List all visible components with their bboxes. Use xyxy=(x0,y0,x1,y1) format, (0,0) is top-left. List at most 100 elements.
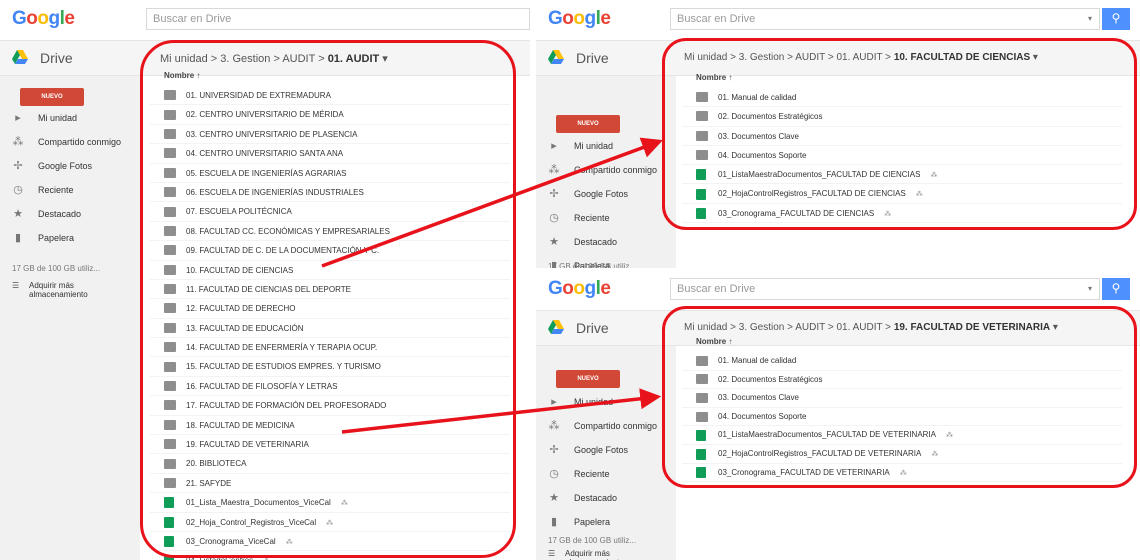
folder-row-13-facultad-de-educacion[interactable]: 13. FACULTAD DE EDUCACIÓN xyxy=(150,319,510,339)
sidebar-item-photos[interactable]: ✢ Google Fotos xyxy=(0,154,140,178)
top-bar: Google Buscar en Drive xyxy=(0,0,530,40)
file-row-01-lista-maestra-documentos-vicecal[interactable]: 01_Lista_Maestra_Documentos_ViceCal ⁂ xyxy=(150,493,510,513)
folder-row-20-biblioteca[interactable]: 20. BIBLIOTECA xyxy=(150,454,510,474)
folder-row-10-facultad-de-ciencias[interactable]: 10. FACULTAD DE CIENCIAS xyxy=(150,261,510,280)
crumb-my-drive[interactable]: Mi unidad xyxy=(684,52,727,63)
shared-folder-icon xyxy=(164,478,176,488)
sidebar-item-photos[interactable]: ✢ Google Fotos xyxy=(536,182,676,206)
file-name: 02. Documentos Estratégicos xyxy=(718,374,823,384)
sidebar-item-shared[interactable]: ⁂ Compartido conmigo xyxy=(536,414,676,438)
search-input[interactable]: Buscar en Drive xyxy=(146,8,530,30)
new-button[interactable]: NUEVO xyxy=(556,115,620,133)
sidebar-item-photos[interactable]: ✢ Google Fotos xyxy=(536,438,676,462)
crumb-audit[interactable]: AUDIT xyxy=(282,53,315,65)
crumb-current[interactable]: 01. AUDIT xyxy=(328,53,380,65)
file-row-01-listamaestradocumentos-facultad-de-veterinaria[interactable]: 01_ListaMaestraDocumentos_FACULTAD DE VE… xyxy=(682,426,1122,445)
folder-row-14-facultad-de-enfermeria-y-terapia-ocup[interactable]: 14. FACULTAD DE ENFERMERÍA Y TERAPIA OCU… xyxy=(150,338,510,358)
file-row-02-hojacontrolregistros-facultad-de-ciencias[interactable]: 02_HojaControlRegistros_FACULTAD DE CIEN… xyxy=(682,184,1122,204)
folder-row-12-facultad-de-derecho[interactable]: 12. FACULTAD DE DERECHO xyxy=(150,299,510,319)
sidebar-item-recent[interactable]: ◷ Reciente xyxy=(0,178,140,202)
folder-row-04-documentos-soporte[interactable]: 04. Documentos Soporte xyxy=(682,146,1122,166)
file-row-01-listamaestradocumentos-facultad-de-ciencias[interactable]: 01_ListaMaestraDocumentos_FACULTAD DE CI… xyxy=(682,165,1122,185)
sidebar-item-shared[interactable]: ⁂ Compartido conmigo xyxy=(536,158,676,182)
folder-row-21-safyde[interactable]: 21. SAFYDE xyxy=(150,474,510,494)
shared-icon: ⁂ xyxy=(931,450,939,458)
sidebar-item-starred[interactable]: ★ Destacado xyxy=(536,486,676,510)
folder-row-15-facultad-de-estudios-empres-y-turismo[interactable]: 15. FACULTAD DE ESTUDIOS EMPRES. Y TURIS… xyxy=(150,357,510,377)
sort-header[interactable]: Nombre ↑ xyxy=(150,66,510,86)
sidebar-item-my-drive[interactable]: ▸ Mi unidad xyxy=(0,106,140,130)
buy-storage-link[interactable]: ☰Adquirir más almacenamiento xyxy=(12,281,109,299)
sort-header[interactable]: Nombre ↑ xyxy=(682,332,1122,352)
folder-row-01-universidad-de-extremadura[interactable]: 01. UNIVERSIDAD DE EXTREMADURA xyxy=(150,86,510,106)
sidebar-item-recent[interactable]: ◷ Reciente xyxy=(536,462,676,486)
crumb-01-audit[interactable]: 01. AUDIT xyxy=(836,52,882,63)
file-name: 01. UNIVERSIDAD DE EXTREMADURA xyxy=(186,91,331,100)
search-input[interactable]: Buscar en Drive xyxy=(670,8,1100,30)
folder-row-03-centro-universitario-de-plasencia[interactable]: 03. CENTRO UNIVERSITARIO DE PLASENCIA xyxy=(150,125,510,145)
file-name: 20. BIBLIOTECA xyxy=(186,459,247,469)
caret-down-icon[interactable]: ▾ xyxy=(1033,52,1038,63)
crumb-gestion[interactable]: 3. Gestion xyxy=(220,53,270,65)
buy-storage-link[interactable]: ☰Adquirir más almacenamiento xyxy=(548,549,645,560)
sidebar-item-trash[interactable]: ▮ Papelera xyxy=(536,510,676,534)
crumb-my-drive[interactable]: Mi unidad xyxy=(160,53,208,65)
folder-row-08-facultad-cc-economicas-y-empresariales[interactable]: 08. FACULTAD CC. ECONÓMICAS Y EMPRESARIA… xyxy=(150,222,510,242)
folder-row-07-escuela-politecnica[interactable]: 07. ESCUELA POLITÉCNICA xyxy=(150,202,510,222)
folder-row-02-documentos-estrategicos[interactable]: 02. Documentos Estratégicos xyxy=(682,107,1122,127)
new-button[interactable]: NUEVO xyxy=(20,88,84,106)
folder-row-04-documentos-soporte[interactable]: 04. Documentos Soporte xyxy=(682,408,1122,427)
folder-row-01-manual-de-calidad[interactable]: 01. Manual de calidad xyxy=(682,352,1122,371)
folder-row-04-centro-universitario-santa-ana[interactable]: 04. CENTRO UNIVERSITARIO SANTA ANA xyxy=(150,144,510,164)
folder-row-16-facultad-de-filosofia-y-letras[interactable]: 16. FACULTAD DE FILOSOFÍA Y LETRAS xyxy=(150,377,510,397)
search-options-icon[interactable]: ▾ xyxy=(1088,284,1092,293)
folder-row-01-manual-de-calidad[interactable]: 01. Manual de calidad xyxy=(682,88,1122,108)
breadcrumb[interactable]: Mi unidad > 3. Gestion > AUDIT > 01. AUD… xyxy=(684,52,1038,63)
crumb-audit[interactable]: AUDIT xyxy=(795,52,825,63)
folder-row-17-facultad-de-formacion-del-profesorado[interactable]: 17. FACULTAD DE FORMACIÓN DEL PROFESORAD… xyxy=(150,396,510,416)
new-button[interactable]: NUEVO xyxy=(556,370,620,388)
search-button[interactable]: ⚲ xyxy=(1102,278,1130,300)
file-row-03-cronograma-vicecal[interactable]: 03_Cronograma_ViceCal ⁂ xyxy=(150,532,510,552)
folder-row-02-documentos-estrategicos[interactable]: 02. Documentos Estratégicos xyxy=(682,371,1122,390)
crumb-gestion[interactable]: 3. Gestion xyxy=(739,52,785,63)
file-row-03-cronograma-facultad-de-veterinaria[interactable]: 03_Cronograma_FACULTAD DE VETERINARIA ⁂ xyxy=(682,464,1122,483)
file-row-04-listadocentros[interactable]: 04_ListadoCentros⁂ xyxy=(150,551,510,560)
folder-row-03-documentos-clave[interactable]: 03. Documentos Clave xyxy=(682,127,1122,146)
caret-down-icon[interactable]: ▾ xyxy=(382,53,388,65)
sidebar-item-my-drive[interactable]: ▸ Mi unidad xyxy=(536,390,676,414)
file-row-02-hojacontrolregistros-facultad-de-veterinaria[interactable]: 02_HojaControlRegistros_FACULTAD DE VETE… xyxy=(682,445,1122,464)
folder-row-11-facultad-de-ciencias-del-deporte[interactable]: 11. FACULTAD DE CIENCIAS DEL DEPORTE xyxy=(150,280,510,300)
search-button[interactable]: ⚲ xyxy=(1102,8,1130,30)
folder-row-19-facultad-de-veterinaria[interactable]: 19. FACULTAD DE VETERINARIA xyxy=(150,435,510,455)
folder-row-05-escuela-de-ingenierias-agrarias[interactable]: 05. ESCUELA DE INGENIERÍAS AGRARIAS xyxy=(150,164,510,183)
folder-row-06-escuela-de-ingenierias-industriales[interactable]: 06. ESCUELA DE INGENIERÍAS INDUSTRIALES xyxy=(150,183,510,203)
folder-row-18-facultad-de-medicina[interactable]: 18. FACULTAD DE MEDICINA xyxy=(150,416,510,436)
shared-folder-icon xyxy=(696,92,708,103)
sidebar-item-recent[interactable]: ◷ Reciente xyxy=(536,206,676,230)
sort-header[interactable]: Nombre ↑ xyxy=(682,68,1122,88)
shared-folder-icon xyxy=(696,150,708,161)
top-bar: Google Buscar en Drive ▾ ⚲ xyxy=(536,270,1140,310)
sidebar-item-starred[interactable]: ★ Destacado xyxy=(0,202,140,226)
search-input[interactable]: Buscar en Drive xyxy=(670,278,1100,300)
folder-row-02-centro-universitario-de-merida[interactable]: 02. CENTRO UNIVERSITARIO DE MÉRIDA xyxy=(150,105,510,125)
file-row-03-cronograma-facultad-de-ciencias[interactable]: 03_Cronograma_FACULTAD DE CIENCIAS ⁂ xyxy=(682,204,1122,224)
shared-icon: ⁂ xyxy=(548,420,560,432)
drive-window-veterinaria: Google Buscar en Drive ▾ ⚲ Drive Mi unid… xyxy=(536,270,1140,560)
search-options-icon[interactable]: ▾ xyxy=(1088,14,1092,23)
sidebar-item-my-drive[interactable]: ▸ Mi unidad xyxy=(536,134,676,158)
sidebar-item-trash[interactable]: ▮ Papelera xyxy=(0,226,140,250)
shared-icon: ⁂ xyxy=(326,519,334,527)
folder-row-09-facultad-de-c-de-la-documentacion-y-c[interactable]: 09. FACULTAD DE C. DE LA DOCUMENTACIÓN Y… xyxy=(150,241,510,261)
sidebar-item-shared[interactable]: ⁂ Compartido conmigo xyxy=(0,130,140,154)
shared-folder-icon xyxy=(164,400,176,411)
shared-folder-icon xyxy=(164,206,176,217)
file-row-02-hoja-control-registros-vicecal[interactable]: 02_Hoja_Control_Registros_ViceCal ⁂ xyxy=(150,513,510,532)
sidebar-item-starred[interactable]: ★ Destacado xyxy=(536,230,676,254)
file-name: 08. FACULTAD CC. ECONÓMICAS Y EMPRESARIA… xyxy=(186,226,390,236)
folder-row-03-documentos-clave[interactable]: 03. Documentos Clave xyxy=(682,389,1122,408)
shared-folder-icon xyxy=(696,355,708,366)
crumb-current[interactable]: 10. FACULTAD DE CIENCIAS xyxy=(894,52,1030,63)
breadcrumb[interactable]: Mi unidad > 3. Gestion > AUDIT > 01. AUD… xyxy=(160,52,388,65)
